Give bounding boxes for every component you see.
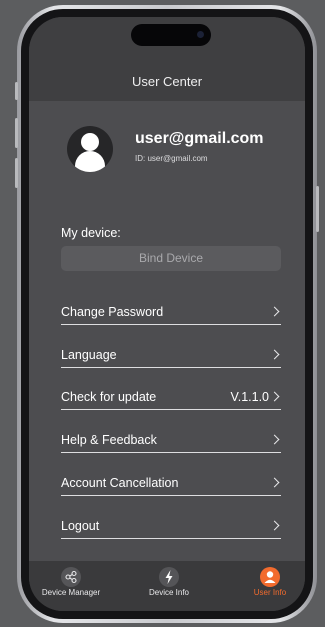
menu-item-account-cancellation[interactable]: Account Cancellation [61,473,281,496]
lightning-icon [159,567,179,587]
user-email: user@gmail.com [135,130,264,147]
menu-item-label: Logout [61,519,100,533]
my-device-heading: My device: [61,226,121,240]
bottom-tab-bar: Device Manager Device Info User Info [29,561,305,611]
user-id: ID: user@gmail.com [135,154,208,163]
tab-label: Device Info [148,588,190,597]
volume-down-button [15,158,18,188]
app-version: V.1.1.0 [230,390,269,404]
chevron-right-icon [269,520,280,531]
camera-dot [197,31,204,38]
chevron-right-icon [269,434,280,445]
tab-user-info[interactable]: User Info [235,561,305,611]
menu-item-label: Language [61,348,117,362]
tab-device-manager[interactable]: Device Manager [35,561,107,611]
user-center-content: user@gmail.com ID: user@gmail.com My dev… [29,101,305,561]
page-title: User Center [131,74,203,89]
menu-item-check-for-update[interactable]: Check for update V.1.1.0 [61,387,281,410]
chevron-right-icon [269,306,280,317]
avatar-body-shape [75,151,105,172]
chevron-right-icon [269,477,280,488]
avatar[interactable] [67,126,113,172]
menu-item-logout[interactable]: Logout [61,516,281,539]
app-screen: User Center user@gmail.com ID: user@gmai… [29,17,305,611]
user-icon [260,567,280,587]
menu-item-label: Help & Feedback [61,433,157,447]
bind-device-button[interactable]: Bind Device [61,246,281,271]
power-button [316,186,319,232]
menu-item-label: Check for update [61,390,157,404]
chevron-right-icon [269,349,280,360]
dynamic-island [131,24,211,46]
share-nodes-icon [61,567,81,587]
tab-device-info[interactable]: Device Info [133,561,205,611]
menu-item-change-password[interactable]: Change Password [61,302,281,325]
mute-switch [15,82,18,100]
tab-label: User Info [253,588,287,597]
menu-item-language[interactable]: Language [61,345,281,368]
volume-up-button [15,118,18,148]
avatar-head-shape [81,133,99,151]
menu-item-help-feedback[interactable]: Help & Feedback [61,430,281,453]
chevron-right-icon [269,391,280,402]
tab-label: Device Manager [41,588,101,597]
menu-item-label: Account Cancellation [61,476,179,490]
menu-item-label: Change Password [61,305,164,319]
